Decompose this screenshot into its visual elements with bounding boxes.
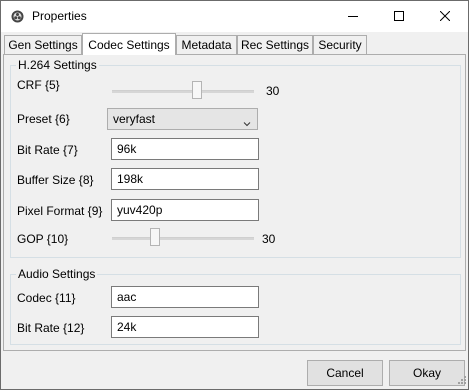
- gop-slider[interactable]: [112, 228, 256, 248]
- crf-value: 30: [266, 84, 280, 98]
- minimize-icon: [348, 16, 358, 17]
- cancel-button[interactable]: Cancel: [307, 360, 383, 386]
- crf-slider-thumb[interactable]: [192, 81, 202, 99]
- pixel-format-label: Pixel Format {9}: [17, 204, 103, 218]
- crf-slider[interactable]: [112, 81, 256, 101]
- tab-codec-settings[interactable]: Codec Settings: [82, 33, 176, 55]
- tab-content: H.264 Settings CRF {5} 30 Preset {6} ver…: [3, 54, 466, 351]
- buffer-size-label: Buffer Size {8}: [17, 173, 94, 187]
- preset-value: veryfast: [113, 112, 156, 126]
- tab-gen-settings[interactable]: Gen Settings: [4, 35, 82, 54]
- maximize-icon: [394, 11, 404, 21]
- bitrate-label: Bit Rate {7}: [17, 143, 78, 157]
- chevron-down-icon: [243, 114, 251, 134]
- buffer-size-field[interactable]: 198k: [111, 168, 259, 190]
- properties-window: Properties Gen Settings Codec Settings M…: [0, 0, 469, 390]
- audio-bitrate-label: Bit Rate {12}: [17, 321, 85, 335]
- obs-icon: [11, 10, 24, 23]
- crf-label: CRF {5}: [17, 78, 60, 92]
- pixel-format-field[interactable]: yuv420p: [111, 199, 259, 221]
- gop-label: GOP {10}: [17, 232, 69, 246]
- maximize-button[interactable]: [376, 1, 422, 32]
- tab-metadata[interactable]: Metadata: [176, 35, 237, 54]
- minimize-button[interactable]: [330, 1, 376, 32]
- okay-button[interactable]: Okay: [389, 360, 465, 386]
- preset-label: Preset {6}: [17, 112, 70, 126]
- audio-codec-label: Codec {11}: [17, 291, 76, 305]
- audio-bitrate-field[interactable]: 24k: [111, 316, 259, 338]
- title-bar[interactable]: Properties: [1, 1, 468, 32]
- close-button[interactable]: [422, 1, 468, 32]
- window-title: Properties: [32, 9, 87, 23]
- gop-slider-thumb[interactable]: [150, 228, 160, 246]
- preset-dropdown[interactable]: veryfast: [107, 108, 258, 130]
- bitrate-field[interactable]: 96k: [111, 138, 259, 160]
- close-icon: [440, 11, 450, 21]
- audio-codec-field[interactable]: aac: [111, 286, 259, 308]
- tab-security[interactable]: Security: [313, 35, 367, 54]
- tab-rec-settings[interactable]: Rec Settings: [237, 35, 313, 54]
- resize-grip-icon[interactable]: [456, 373, 466, 387]
- gop-value: 30: [262, 232, 276, 246]
- audio-settings-title: Audio Settings: [16, 267, 98, 281]
- h264-settings-title: H.264 Settings: [16, 58, 99, 72]
